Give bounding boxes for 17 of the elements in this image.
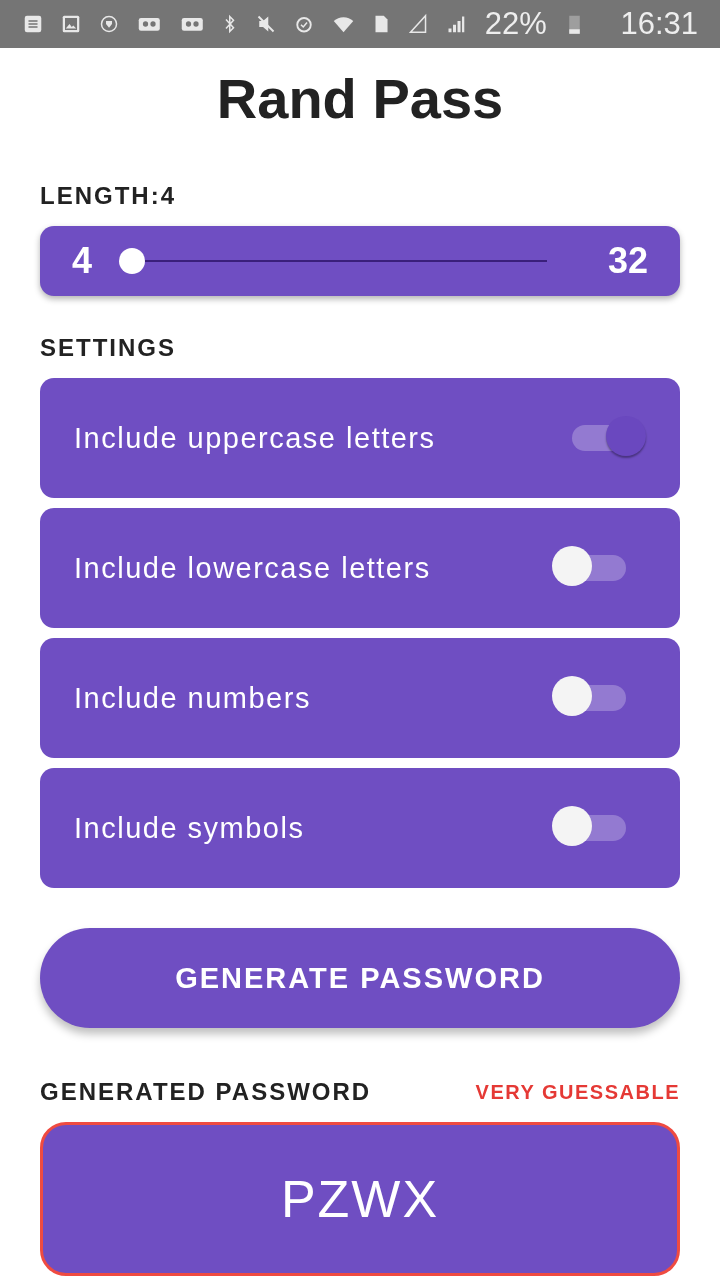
app-title: Rand Pass [216,66,504,132]
settings-heading: SETTINGS [40,334,176,361]
password-text: PZWX [280,1169,440,1229]
length-slider[interactable] [119,248,547,274]
strength-label: VERY GUESSABLE [475,1080,680,1104]
generate-button[interactable]: GENERATE PASSWORD [40,928,680,1028]
result-heading: GENERATED PASSWORD [40,1078,372,1105]
min-value: 4 [72,240,93,282]
setting-label: Include uppercase letters [74,421,436,455]
max-value: 32 [607,240,648,282]
battery-percent: 22% [484,6,547,42]
setting-label: Include symbols [74,811,305,845]
setting-label: Include numbers [74,681,311,715]
clock-time: 16:31 [620,6,698,42]
setting-label: Include lowercase letters [74,551,431,585]
slider-thumb[interactable] [119,248,146,274]
length-label: LENGTH:4 [40,182,176,209]
